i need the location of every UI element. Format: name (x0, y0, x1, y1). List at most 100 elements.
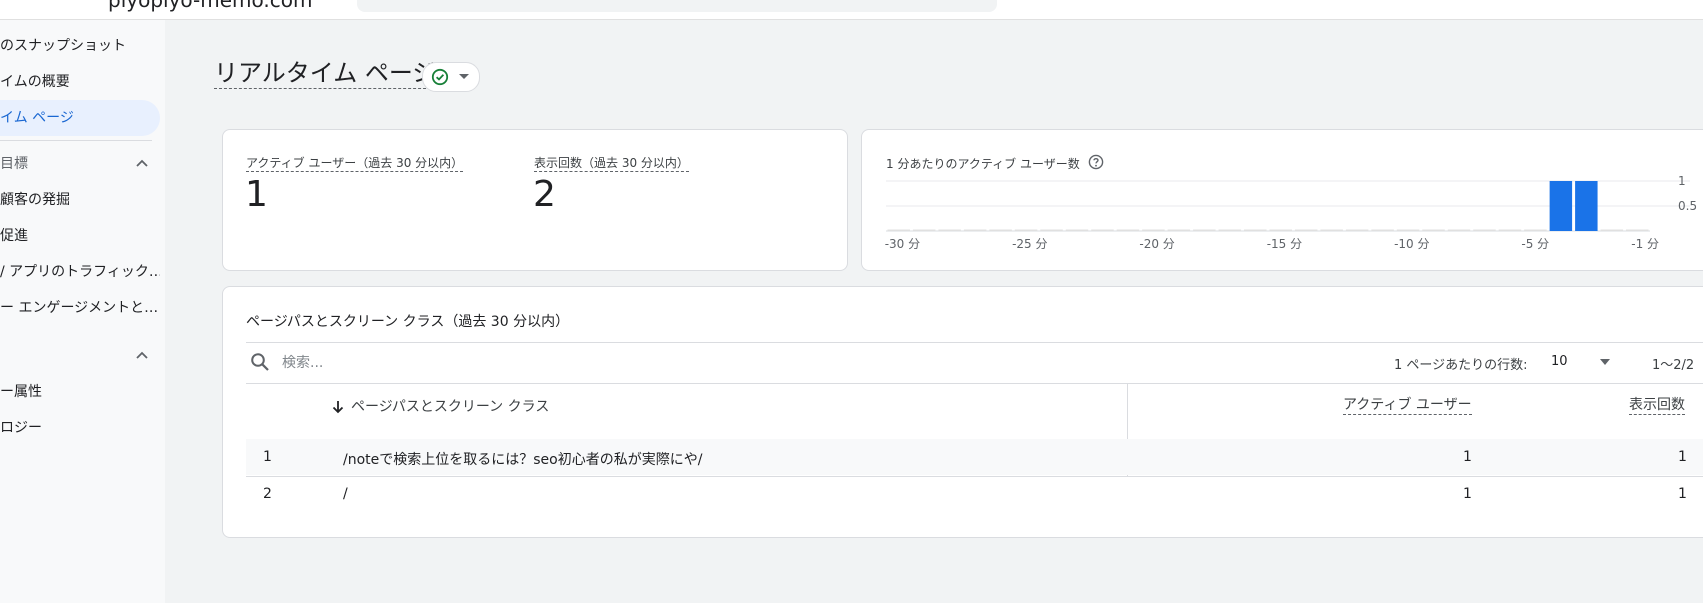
chart-bar[interactable] (1549, 181, 1573, 231)
chart-bar-empty (1116, 229, 1140, 231)
active-users-value: 1 (245, 174, 268, 215)
sidebar-section-goals[interactable]: 目標 (0, 146, 28, 182)
column-header-page-path[interactable]: ページパスとスクリーン クラス (351, 396, 549, 416)
chart-bar-empty (1345, 229, 1369, 231)
chart-bar-empty (1473, 229, 1496, 231)
row-views: 1 (1678, 449, 1687, 465)
x-tick-label: -10 分 (1394, 237, 1429, 251)
divider (246, 383, 1703, 384)
rows-per-page-value: 10 (1551, 354, 1568, 369)
column-header-views[interactable]: 表示回数 (1629, 396, 1685, 415)
chart-bar[interactable] (1575, 181, 1598, 231)
sidebar-item-realtime-overview[interactable]: イムの概要 (0, 64, 160, 100)
chart-bar-empty (989, 229, 1012, 231)
active-users-per-minute-chart: -30 分 -25 分 -20 分 -15 分 -10 分 -5 分 -1 分 1 0.5 (885, 174, 1697, 251)
sidebar-item-demographics[interactable]: ー属性 (0, 374, 160, 410)
rows-per-page-select[interactable]: 10 (1545, 348, 1625, 376)
chart-bar-empty (938, 229, 961, 231)
sidebar-item-label: ロジー (0, 420, 42, 436)
chevron-up-icon[interactable] (134, 348, 150, 364)
chart-bar-empty (1244, 229, 1267, 231)
chart-bar-empty (1371, 229, 1394, 231)
chart-bar-empty (1014, 229, 1038, 231)
status-chip[interactable] (422, 62, 480, 92)
sidebar-item-label: のスナップショット (0, 38, 126, 54)
sidebar-item-promotion[interactable]: 促進 (0, 218, 160, 254)
chart-bar-empty (1218, 229, 1242, 231)
chart-bar-empty (1193, 229, 1216, 231)
chart-title: 1 分あたりのアクティブ ユーザー数 (886, 157, 1080, 171)
row-page-path: / (343, 486, 348, 502)
x-tick-label: -15 分 (1267, 237, 1302, 251)
rows-per-page-label: 1 ページあたりの行数: (1394, 358, 1528, 373)
row-views: 1 (1678, 486, 1687, 502)
sidebar-item-label: イム ページ (0, 110, 74, 126)
chart-bar-empty (887, 229, 910, 231)
chart-bar-empty (912, 229, 936, 231)
chart-bar-empty (1396, 229, 1420, 231)
chart-bar-empty (963, 229, 987, 231)
active-users-label: アクティブ ユーザー（過去 30 分以内） (246, 156, 464, 172)
chart-bar-empty (1524, 229, 1547, 231)
sidebar: のスナップショット イムの概要 イム ページ 目標 顧客の発掘 促進 / アプリ… (0, 20, 165, 603)
pagination-label: 1〜2/2 (1652, 358, 1695, 373)
chart-bar-empty (1600, 229, 1624, 231)
y-tick-label: 0.5 (1678, 199, 1697, 213)
chart-bar-empty (1040, 229, 1063, 231)
x-tick-label: -20 分 (1139, 237, 1174, 251)
views-label: 表示回数（過去 30 分以内） (534, 156, 689, 172)
x-tick-label: -1 分 (1631, 237, 1659, 251)
page-title: リアルタイム ページ (214, 59, 437, 89)
row-active-users: 1 (1463, 486, 1472, 502)
x-tick-label: -30 分 (885, 237, 920, 251)
x-tick-label: -25 分 (1012, 237, 1047, 251)
dropdown-arrow-icon (459, 74, 469, 79)
chart-bar-empty (1065, 229, 1089, 231)
sidebar-item-traffic[interactable]: / アプリのトラフィック… (0, 254, 160, 290)
sidebar-item-label: ー属性 (0, 384, 42, 400)
sidebar-item-snapshot[interactable]: のスナップショット (0, 28, 160, 64)
chart-bar-empty (1294, 229, 1318, 231)
sidebar-item-label: 促進 (0, 228, 28, 244)
chart-bar-empty (1269, 229, 1292, 231)
search-icon (251, 353, 269, 371)
table-title: ページパスとスクリーン クラス（過去 30 分以内） (246, 314, 570, 330)
y-tick-label: 1 (1678, 174, 1686, 188)
search-input[interactable] (280, 351, 664, 375)
x-tick-label: -5 分 (1521, 237, 1549, 251)
chart-bar-empty (1167, 229, 1191, 231)
chevron-up-icon[interactable] (134, 156, 150, 172)
site-name: piyopiyo-memo.com (108, 0, 313, 12)
sidebar-item-label: イムの概要 (0, 74, 70, 90)
sidebar-item-realtime-pages[interactable]: イム ページ (0, 100, 160, 136)
dropdown-arrow-icon (1600, 359, 1610, 365)
row-page-path: /noteで検索上位を取るには？seo初心者の私が実際にや/ (343, 452, 703, 468)
row-index: 1 (263, 449, 272, 465)
help-icon[interactable] (1088, 154, 1104, 170)
sidebar-item-label: 顧客の発掘 (0, 192, 70, 208)
views-value: 2 (533, 174, 556, 215)
check-circle-icon (431, 68, 449, 86)
sort-down-arrow-icon[interactable] (330, 399, 346, 415)
sidebar-section-label: 目標 (0, 156, 28, 172)
chart-bar-empty (1447, 229, 1471, 231)
chart-bar-empty (1422, 229, 1445, 231)
sidebar-item-technology[interactable]: ロジー (0, 410, 160, 446)
chart-bar-empty (1091, 229, 1114, 231)
sidebar-item-engagement[interactable]: ー エンゲージメントと… (0, 290, 160, 326)
top-bar: piyopiyo-memo.com (0, 0, 1703, 20)
chart-bar-empty (1498, 229, 1522, 231)
sidebar-item-label: / アプリのトラフィック… (0, 264, 160, 280)
row-index: 2 (263, 486, 272, 502)
sidebar-item-label: ー エンゲージメントと… (0, 300, 159, 316)
chart-bar-empty (1320, 229, 1343, 231)
sidebar-divider (0, 140, 152, 141)
row-active-users: 1 (1463, 449, 1472, 465)
chart-bar-empty (1626, 229, 1649, 231)
table-row[interactable] (246, 477, 1703, 513)
column-header-active-users[interactable]: アクティブ ユーザー (1343, 396, 1472, 415)
chart-bar-empty (1142, 229, 1165, 231)
divider (246, 342, 1703, 343)
sidebar-item-acquisition[interactable]: 顧客の発掘 (0, 182, 160, 218)
address-bar[interactable] (357, 0, 997, 12)
